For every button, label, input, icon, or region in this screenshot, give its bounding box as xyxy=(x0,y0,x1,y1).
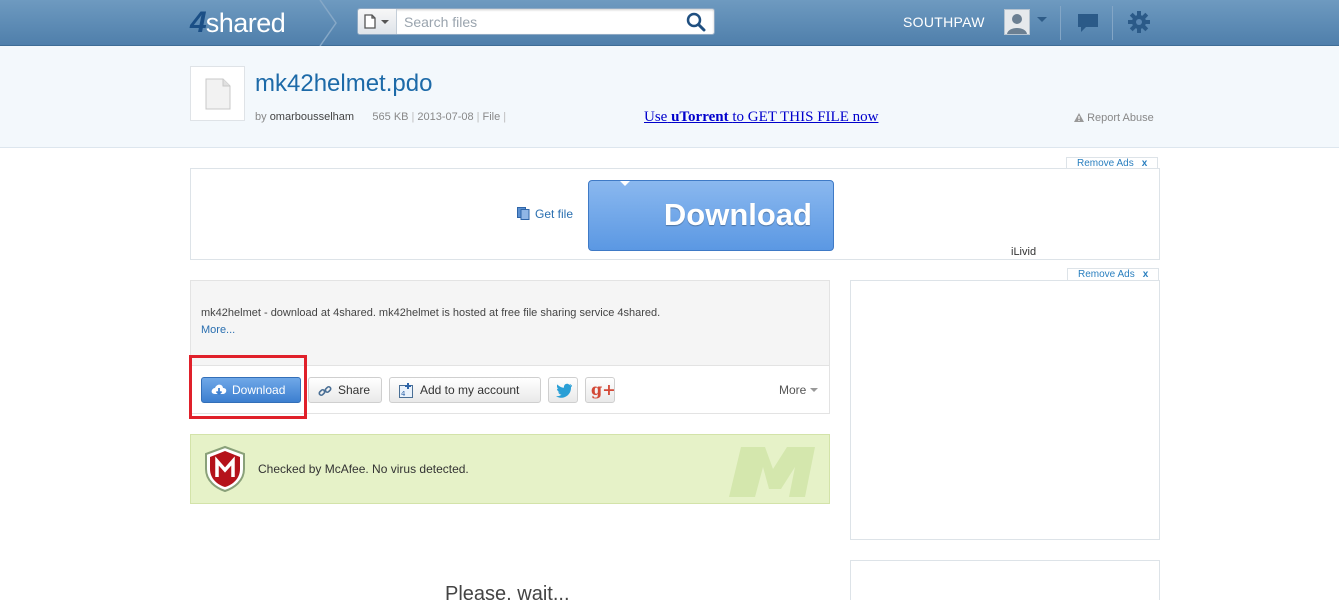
mcafee-shield-icon xyxy=(205,445,245,493)
page-title: mk42helmet.pdo xyxy=(255,70,433,97)
add-to-account-button[interactable]: 4 Add to my account xyxy=(389,377,541,403)
link-icon xyxy=(318,385,332,397)
more-label: More xyxy=(779,383,807,397)
user-icon xyxy=(1007,14,1027,34)
logo[interactable]: 4shared xyxy=(190,6,286,39)
add-to-account-label: Add to my account xyxy=(420,383,520,397)
chevron-down-icon xyxy=(810,388,819,392)
twitter-icon xyxy=(556,383,572,398)
file-date: 2013-07-08 xyxy=(417,111,474,123)
search-type-dropdown[interactable] xyxy=(358,9,397,34)
side-ad-2 xyxy=(850,560,1160,600)
share-label: Share xyxy=(338,383,371,397)
chat-icon[interactable] xyxy=(1076,12,1100,34)
ad-banner: Get file Download iLivid xyxy=(190,168,1160,260)
logo-divider xyxy=(319,0,337,46)
avatar[interactable] xyxy=(1004,9,1030,35)
notch-icon xyxy=(620,181,630,186)
logo-four: 4 xyxy=(190,6,207,39)
username[interactable]: SOUTHPAW xyxy=(903,14,985,30)
search-input[interactable] xyxy=(404,12,679,31)
get-file-link[interactable]: Get file xyxy=(517,207,573,221)
toolbar-divider xyxy=(1112,6,1113,40)
top-bar: 4shared SOUTHPAW xyxy=(0,0,1339,46)
utorrent-use: Use xyxy=(644,109,668,125)
description-text: mk42helmet - download at 4shared. mk42he… xyxy=(201,307,661,319)
report-abuse-link[interactable]: Report Abuse xyxy=(1074,112,1154,124)
mcafee-status-text: Checked by McAfee. No virus detected. xyxy=(258,462,469,476)
gear-icon[interactable] xyxy=(1127,10,1151,34)
please-wait-text: Please, wait... xyxy=(445,583,570,600)
google-plus-button[interactable]: g+ xyxy=(585,377,616,403)
logo-shared: shared xyxy=(205,8,286,38)
remove-ads-link-side[interactable]: Remove Ads x xyxy=(1067,268,1160,280)
search-icon[interactable] xyxy=(686,12,706,32)
advertiser-label: iLivid xyxy=(1011,246,1037,258)
twitter-button[interactable] xyxy=(548,377,578,403)
file-type: File xyxy=(482,111,501,123)
google-plus-icon: g+ xyxy=(591,380,616,399)
highlight-box xyxy=(189,355,307,419)
chevron-down-icon[interactable] xyxy=(1037,17,1047,22)
utorrent-rest: to GET THIS FILE now xyxy=(732,109,879,125)
utorrent-link[interactable]: Use uTorrent to GET THIS FILE now xyxy=(644,109,878,126)
get-file-label: Get file xyxy=(535,207,574,221)
side-ad xyxy=(850,280,1160,540)
svg-text:4: 4 xyxy=(401,390,406,398)
remove-ads-label: Remove Ads xyxy=(1078,269,1135,280)
file-meta: by omarbousselham 565 KB | 2013-07-08 | File… xyxy=(255,111,507,123)
more-dropdown[interactable]: More xyxy=(779,383,819,397)
utorrent-brand: uTorrent xyxy=(671,109,729,125)
warning-icon xyxy=(1074,113,1084,122)
search-box xyxy=(357,8,715,35)
ad-download-button[interactable]: Download xyxy=(588,180,834,251)
report-abuse-label: Report Abuse xyxy=(1087,112,1154,124)
share-button[interactable]: Share xyxy=(308,377,382,403)
add-to-account-icon: 4 xyxy=(399,383,413,398)
ad-download-label: Download xyxy=(663,197,812,232)
document-icon xyxy=(364,14,389,29)
mcafee-panel: Checked by McAfee. No virus detected. xyxy=(190,434,830,504)
mcafee-watermark-icon xyxy=(729,447,815,497)
file-size: 565 KB xyxy=(372,111,409,123)
by-label: by xyxy=(255,111,267,123)
copy-icon xyxy=(517,207,530,220)
file-header: mk42helmet.pdo by omarbousselham 565 KB |… xyxy=(0,46,1339,148)
toolbar-divider xyxy=(1060,6,1061,40)
file-icon xyxy=(205,78,231,110)
description-more-link[interactable]: More... xyxy=(201,324,235,336)
file-thumbnail xyxy=(190,66,245,121)
close-icon[interactable]: x xyxy=(1143,269,1149,280)
owner-link[interactable]: omarbousselham xyxy=(270,111,354,123)
